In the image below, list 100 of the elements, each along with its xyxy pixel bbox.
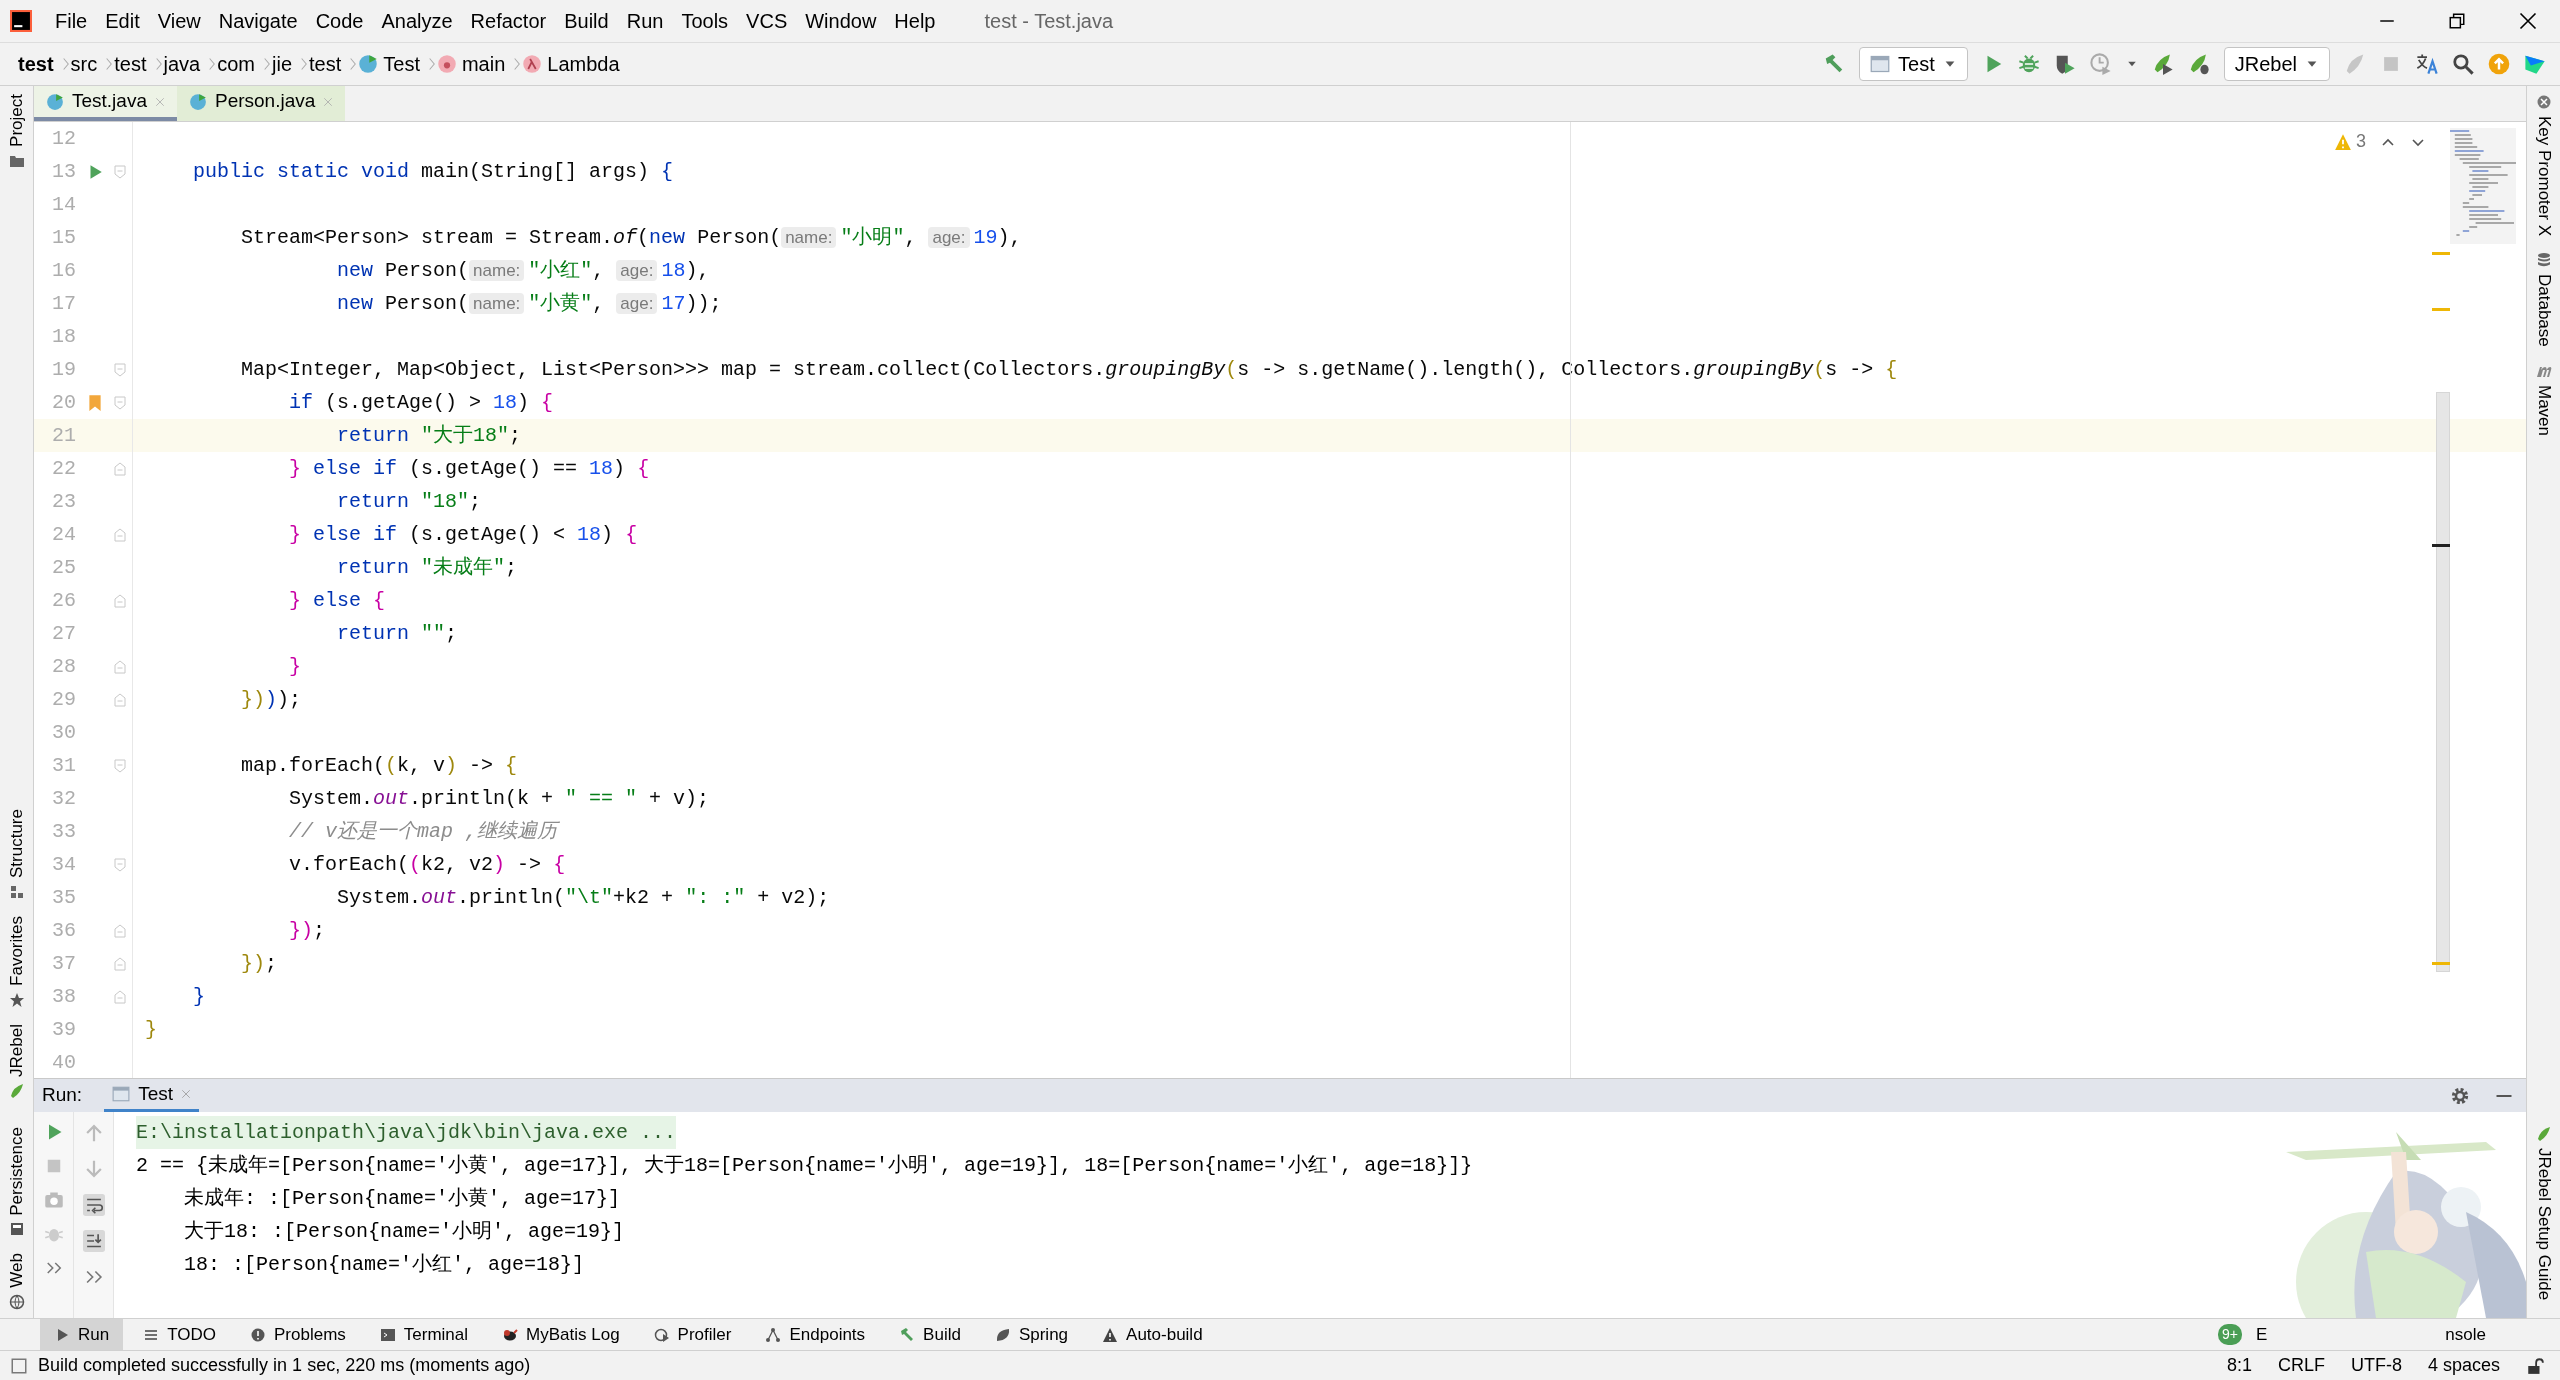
- toolbox-logo-icon[interactable]: [2524, 53, 2546, 75]
- menu-item[interactable]: Refactor: [461, 6, 556, 36]
- menu-item[interactable]: Window: [796, 6, 886, 36]
- tool-window-button[interactable]: Build: [885, 1319, 975, 1350]
- search-icon[interactable]: [2452, 53, 2474, 75]
- warning-icon: [1102, 1326, 1119, 1343]
- restore-window-icon[interactable]: [2448, 12, 2466, 30]
- bookmark-icon[interactable]: [86, 393, 104, 412]
- status-item[interactable]: 4 spaces: [2427, 1352, 2500, 1379]
- fold-icon[interactable]: [112, 988, 128, 1005]
- menu-item[interactable]: Analyze: [372, 6, 462, 36]
- line-number: 27: [51, 620, 76, 647]
- fold-icon[interactable]: [112, 394, 128, 411]
- settings-icon[interactable]: [2450, 1085, 2470, 1106]
- tool-window-tab[interactable]: Database: [2532, 274, 2555, 347]
- tool-window-tab[interactable]: Favorites: [5, 915, 28, 986]
- menu-item[interactable]: View: [148, 6, 210, 36]
- scroll-to-end-icon[interactable]: [82, 1230, 105, 1252]
- fold-icon[interactable]: [112, 361, 128, 378]
- menu-item[interactable]: File: [46, 6, 97, 36]
- tool-window-tab[interactable]: JRebel Setup Guide: [2532, 1147, 2555, 1300]
- line-number: 36: [51, 917, 76, 944]
- tool-window-button[interactable]: Endpoints: [751, 1319, 880, 1350]
- breadcrumb-item[interactable]: test: [309, 49, 342, 79]
- status-toggle-icon[interactable]: [10, 1356, 28, 1375]
- breadcrumb-item[interactable]: test: [18, 49, 54, 79]
- lock-icon[interactable]: [2526, 1356, 2544, 1375]
- menu-item[interactable]: Run: [617, 6, 673, 36]
- breadcrumb-item[interactable]: test: [114, 49, 147, 79]
- menu-item[interactable]: Navigate: [209, 6, 307, 36]
- fold-icon[interactable]: [112, 592, 128, 609]
- fold-icon[interactable]: [112, 526, 128, 543]
- breadcrumb-item[interactable]: src: [70, 49, 98, 79]
- tool-window-button[interactable]: TODO: [129, 1319, 230, 1350]
- scrollbar[interactable]: [2436, 392, 2450, 972]
- soft-wrap-icon[interactable]: [82, 1194, 105, 1216]
- terminal-icon: [379, 1326, 396, 1343]
- tool-window-tab[interactable]: Maven: [2532, 384, 2555, 436]
- fold-icon[interactable]: [112, 658, 128, 675]
- line-number: 22: [51, 455, 76, 482]
- fold-icon[interactable]: [112, 922, 128, 939]
- editor-tab[interactable]: Person.java: [177, 86, 346, 121]
- tool-window-button[interactable]: Profiler: [639, 1319, 746, 1350]
- fold-icon[interactable]: [112, 955, 128, 972]
- run-config-dropdown[interactable]: Test: [1859, 47, 1968, 81]
- code-line: });: [289, 918, 326, 942]
- tool-window-button[interactable]: MyBatis Log: [488, 1319, 634, 1350]
- tool-window-button[interactable]: Run: [40, 1319, 124, 1350]
- tool-window-tab[interactable]: Persistence: [5, 1126, 28, 1216]
- tool-window-button[interactable]: Auto-build: [1088, 1319, 1217, 1350]
- tool-window-button[interactable]: Terminal: [365, 1319, 483, 1350]
- code-line: if (s.getAge() > 18) {: [289, 390, 554, 414]
- tool-window-tab[interactable]: Web: [5, 1253, 28, 1288]
- menu-item[interactable]: Code: [306, 6, 373, 36]
- fold-icon[interactable]: [112, 856, 128, 873]
- breadcrumb-item[interactable]: Test: [358, 49, 420, 79]
- fold-icon[interactable]: [112, 757, 128, 774]
- bird-icon: [502, 1326, 519, 1343]
- menu-item[interactable]: VCS: [737, 6, 797, 36]
- code-line: return "18";: [337, 489, 482, 513]
- line-number: 32: [51, 785, 76, 812]
- tool-window-tab[interactable]: Key Promoter X: [2532, 116, 2555, 236]
- camera-icon[interactable]: [43, 1190, 64, 1210]
- translate-icon[interactable]: [2416, 53, 2438, 75]
- status-item[interactable]: CRLF: [2277, 1352, 2325, 1379]
- breadcrumb-item[interactable]: main: [436, 49, 506, 79]
- panel-label: Run:: [42, 1083, 83, 1108]
- breadcrumb-item[interactable]: Lambda: [522, 49, 620, 79]
- status-item[interactable]: 8:1: [2226, 1352, 2252, 1379]
- code-line: return "大于18";: [337, 423, 522, 447]
- tool-window-button[interactable]: Problems: [236, 1319, 360, 1350]
- breadcrumb-item[interactable]: com: [217, 49, 255, 79]
- editor-tab[interactable]: Test.java: [34, 86, 177, 121]
- line-number: 13: [51, 158, 76, 185]
- tool-window-tab[interactable]: JRebel: [5, 1023, 28, 1077]
- clock-icon[interactable]: [2089, 53, 2112, 75]
- tool-window-button[interactable]: nsole: [2431, 1321, 2500, 1348]
- tool-window-tab[interactable]: Structure: [5, 808, 28, 878]
- breadcrumb-item[interactable]: java: [163, 49, 201, 79]
- endpoints-icon: [765, 1326, 782, 1343]
- breadcrumb-item[interactable]: jie: [272, 49, 292, 79]
- bug-icon[interactable]: [2017, 53, 2040, 75]
- fold-icon[interactable]: [112, 163, 128, 180]
- tool-window-tab[interactable]: Project: [5, 94, 28, 147]
- tool-window-button[interactable]: Spring: [980, 1319, 1083, 1350]
- jrebel-dropdown[interactable]: JRebel: [2223, 47, 2330, 81]
- problems-icon: [250, 1326, 266, 1343]
- menu-item[interactable]: Build: [555, 6, 618, 36]
- fold-icon[interactable]: [112, 460, 128, 477]
- menu-item[interactable]: Tools: [672, 6, 738, 36]
- close-icon[interactable]: [2518, 11, 2538, 31]
- line-number: 35: [51, 884, 76, 911]
- status-item[interactable]: UTF-8: [2350, 1352, 2402, 1379]
- menu-item[interactable]: Help: [885, 6, 945, 36]
- warning-count[interactable]: 3: [2334, 128, 2366, 155]
- notification-count: 9+: [2218, 1324, 2242, 1345]
- fold-icon[interactable]: [112, 691, 128, 708]
- tool-window-button[interactable]: 9+ E: [2204, 1321, 2282, 1348]
- update-icon[interactable]: [2488, 53, 2510, 75]
- menu-item[interactable]: Edit: [96, 6, 149, 36]
